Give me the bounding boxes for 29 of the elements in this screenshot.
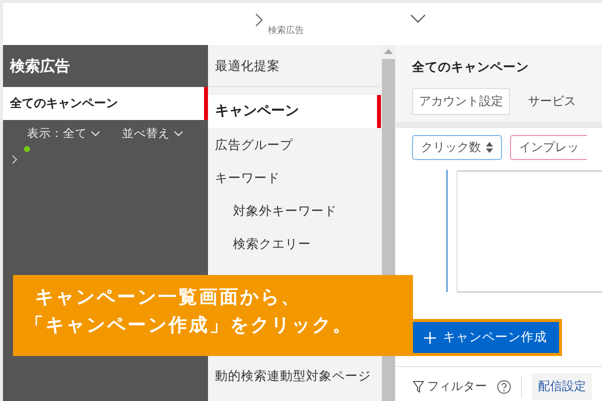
metric-select[interactable]: インプレッ xyxy=(510,135,587,160)
callout-text: キャンペーン一覧画面から、 xyxy=(35,286,302,309)
create-campaign-button[interactable]: キャンペーン作成 xyxy=(412,322,559,353)
metric-select[interactable]: クリック数 xyxy=(412,135,502,160)
plus-icon xyxy=(424,332,436,344)
help-icon[interactable] xyxy=(497,380,511,394)
chevron-down-icon xyxy=(91,130,100,136)
sidebar-item[interactable]: 全てのキャンペーン xyxy=(3,87,208,120)
chevron-right-icon xyxy=(255,13,263,27)
page-title: 全てのキャンペーン xyxy=(396,45,602,85)
submenu-item[interactable]: 対象外キーワード xyxy=(208,194,381,227)
menu-item[interactable]: 動的検索連動型対象ページ xyxy=(208,359,381,392)
chevron-down-icon[interactable] xyxy=(410,14,426,23)
callout-text: 「キャンペーン作成」をクリック。 xyxy=(25,314,354,337)
nav-link[interactable]: サービス xyxy=(528,93,576,110)
settings-button[interactable]: アカウント設定 xyxy=(412,88,510,115)
chevron-down-icon xyxy=(174,130,183,136)
menu-item[interactable]: 広告グループ xyxy=(208,128,381,161)
sort-dropdown[interactable]: 並べ替え xyxy=(122,126,183,141)
funnel-icon xyxy=(413,380,424,392)
filter-button[interactable]: フィルター xyxy=(413,378,487,395)
delivery-settings-button[interactable]: 配信設定 xyxy=(532,373,592,400)
chevron-right-icon[interactable] xyxy=(12,155,18,164)
panel-title: 検索広告 xyxy=(8,56,71,76)
filter-dropdown[interactable]: 表示：全て xyxy=(27,126,100,141)
menu-item[interactable]: キーワード xyxy=(208,161,381,194)
breadcrumb-label[interactable]: 検索広告 xyxy=(268,24,304,37)
menu-item[interactable]: キャンペーン xyxy=(208,95,381,128)
submenu-item[interactable]: 検索クエリー xyxy=(208,227,381,260)
